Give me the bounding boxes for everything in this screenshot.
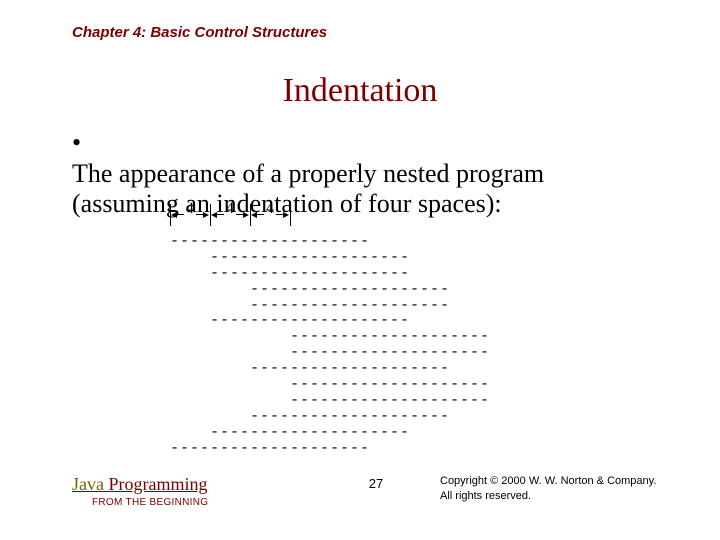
page-title: Indentation (0, 72, 720, 110)
indentation-diagram: 4 4 4 -------------------- -------------… (170, 202, 550, 456)
ruler-tick (290, 204, 291, 226)
ruler-seg-3: 4 (250, 202, 290, 228)
copyright-line-2: All rights reserved. (440, 489, 680, 504)
chapter-label: Chapter 4: Basic Control Structures (72, 24, 327, 41)
ruler: 4 4 4 (170, 202, 550, 234)
book-title-java: Java (72, 474, 104, 494)
arrow-right-icon (283, 212, 289, 218)
copyright: Copyright © 2000 W. W. Norton & Company.… (440, 474, 680, 504)
ruler-seg-2: 4 (210, 202, 250, 228)
copyright-line-1: Copyright © 2000 W. W. Norton & Company. (440, 474, 680, 489)
arrow-right-icon (243, 212, 249, 218)
footer: Java Programming FROM THE BEGINNING 27 C… (72, 474, 680, 518)
arrow-right-icon (203, 212, 209, 218)
ruler-seg-1: 4 (170, 202, 210, 228)
book-title-programming: Programming (104, 474, 208, 494)
bullet-dot: • (72, 128, 94, 159)
page-number: 27 (369, 476, 383, 491)
code-lines: -------------------- -------------------… (170, 234, 550, 456)
